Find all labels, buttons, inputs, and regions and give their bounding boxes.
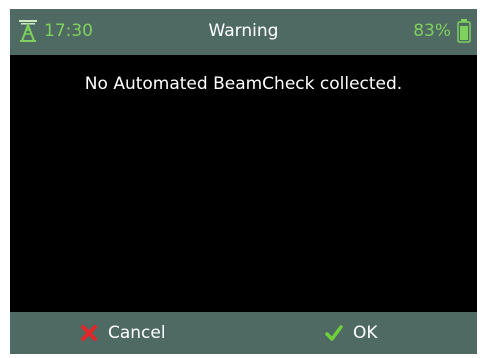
x-icon — [81, 325, 97, 341]
warning-message: No Automated BeamCheck collected. — [84, 74, 403, 94]
status-bar: 17:30 Warning 83% — [10, 9, 477, 55]
battery-percent: 83% — [413, 21, 451, 41]
cancel-button-label: Cancel — [108, 323, 166, 343]
dialog-content: No Automated BeamCheck collected. — [10, 55, 477, 312]
cancel-button[interactable]: Cancel — [80, 312, 230, 354]
ok-button[interactable]: OK — [325, 312, 445, 354]
button-bar: Cancel OK — [10, 312, 477, 354]
battery-icon — [457, 19, 471, 43]
checkmark-icon — [325, 325, 343, 341]
ok-button-label: OK — [353, 323, 378, 343]
device-screen: 17:30 Warning 83% No Automated BeamCheck… — [10, 9, 477, 354]
dialog-title: Warning — [208, 21, 279, 41]
